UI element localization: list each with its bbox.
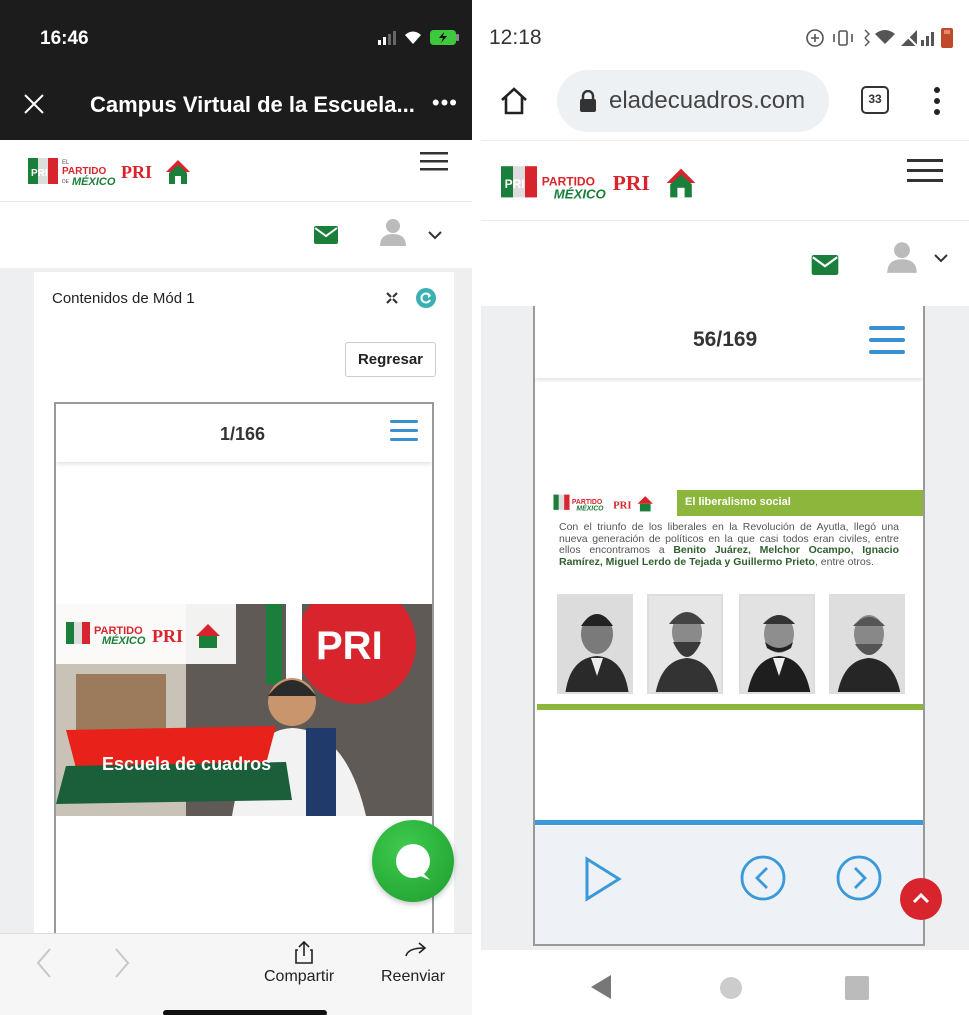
chevron-down-icon[interactable] (428, 230, 442, 240)
status-time: 16:46 (40, 28, 89, 49)
page-title: Campus Virtual de la Escuela... (90, 92, 415, 117)
chevron-up-icon (912, 892, 930, 904)
chat-bubble-icon (396, 844, 430, 880)
browser-address-bar: eladecuadros.com 33 (481, 66, 969, 140)
forward-label[interactable]: Reenviar (381, 968, 445, 986)
site-logo-bar: PRI EL PARTIDO DE MÉXICO PRI (0, 140, 472, 202)
nav-home-icon[interactable] (719, 976, 743, 1000)
url-field[interactable]: eladecuadros.com (557, 70, 829, 132)
refresh-icon[interactable] (416, 288, 436, 308)
svg-text:DE: DE (62, 179, 70, 185)
hamburger-menu-icon[interactable] (907, 159, 943, 183)
right-phone-screen: 12:18 eladecuadros.com 33 PRI PARTIDO MÉ… (481, 0, 969, 1015)
slide-logos: PARTIDO MÉXICO PRI (537, 490, 677, 516)
chat-button[interactable] (372, 820, 454, 902)
svg-text:MÉXICO: MÉXICO (102, 634, 146, 647)
viewer-menu-icon[interactable] (390, 420, 418, 441)
svg-text:PRI: PRI (316, 624, 383, 668)
nav-back-icon[interactable] (589, 974, 613, 1000)
slide-bottom-band (537, 704, 923, 710)
home-indicator (163, 1010, 327, 1015)
tab-count-button[interactable]: 33 (861, 86, 889, 114)
avatar-icon[interactable] (378, 218, 408, 246)
chevron-down-icon[interactable] (933, 253, 949, 263)
slide-title: El liberalismo social (685, 496, 791, 508)
cover-caption: Escuela de cuadros (102, 754, 272, 774)
left-phone-screen: 16:46 Campus Virtual de la Escuela... ••… (0, 0, 472, 1015)
svg-text:PRI: PRI (121, 162, 152, 182)
share-label[interactable]: Compartir (264, 968, 334, 986)
slide-cover-image: PRI PARTIDO MÉXICO PRI Escuela de cuadro… (56, 604, 432, 816)
viewer-header: 1/166 (56, 404, 432, 462)
status-icons (806, 28, 953, 48)
next-slide-icon[interactable] (835, 854, 883, 902)
status-bar: 12:18 (481, 0, 969, 70)
module-title: Contenidos de Mód 1 (52, 290, 195, 307)
svg-text:PRI: PRI (613, 499, 631, 511)
svg-text:MÉXICO: MÉXICO (554, 187, 607, 202)
signal-icon (378, 30, 396, 45)
svg-text:PRI: PRI (31, 168, 48, 179)
user-bar (0, 202, 472, 268)
wifi-icon (405, 31, 421, 44)
viewer-menu-icon[interactable] (869, 326, 905, 354)
kebab-menu-icon[interactable] (933, 86, 941, 116)
app-header: Campus Virtual de la Escuela... ••• (0, 72, 472, 140)
slide-body-text: Con el triunfo de los liberales en la Re… (559, 521, 899, 568)
svg-text:MÉXICO: MÉXICO (576, 504, 604, 513)
back-arrow-icon[interactable] (36, 948, 52, 978)
svg-text:PARTIDO: PARTIDO (572, 499, 603, 506)
battery-charging-icon (430, 30, 459, 45)
lock-icon (580, 90, 596, 112)
slide-viewer: 56/169 PARTIDO MÉXICO PRI El liberalismo… (533, 306, 925, 946)
hamburger-menu-icon[interactable] (420, 152, 448, 172)
play-icon[interactable] (583, 856, 623, 902)
forward-share-icon[interactable] (404, 942, 428, 960)
slide-content: PARTIDO MÉXICO PRI El liberalismo social… (537, 490, 923, 714)
svg-text:MÉXICO: MÉXICO (72, 175, 116, 188)
scroll-to-top-button[interactable] (900, 878, 942, 920)
page-counter: 1/166 (220, 424, 266, 444)
previous-slide-icon[interactable] (739, 854, 787, 902)
svg-text:PRI: PRI (152, 626, 183, 646)
avatar-icon[interactable] (885, 241, 919, 273)
collapse-icon[interactable] (386, 292, 398, 304)
nav-recents-icon[interactable] (845, 976, 869, 1000)
brand-logos: PRI PARTIDO MÉXICO PRI (501, 166, 696, 202)
status-icons (378, 30, 460, 45)
portraits-row (557, 594, 907, 698)
portrait-image (647, 594, 723, 694)
back-button[interactable]: Regresar (344, 342, 436, 377)
svg-text:PRI: PRI (505, 177, 525, 191)
cover-illustration: PRI PARTIDO MÉXICO PRI (56, 604, 432, 816)
brand-logos: PRI EL PARTIDO DE MÉXICO PRI (28, 158, 190, 188)
progress-bar[interactable] (535, 820, 923, 825)
slide-brand-logos: PARTIDO MÉXICO PRI (553, 494, 653, 513)
viewer-header: 56/169 (535, 306, 923, 378)
android-nav-bar (481, 950, 969, 1015)
status-bar: 16:46 (0, 0, 472, 72)
svg-text:PRI: PRI (613, 171, 650, 195)
more-options-button[interactable]: ••• (432, 90, 458, 116)
status-time: 12:18 (489, 26, 542, 49)
site-logo-bar: PRI PARTIDO MÉXICO PRI (481, 140, 969, 220)
close-icon[interactable] (22, 92, 46, 116)
mail-icon[interactable] (811, 255, 839, 275)
page-counter: 56/169 (693, 328, 758, 351)
user-bar (481, 220, 969, 306)
browser-bottom-toolbar: Compartir Reenviar (0, 933, 472, 1015)
home-icon[interactable] (499, 86, 529, 116)
portrait-image (557, 594, 633, 694)
portrait-image (829, 594, 905, 694)
mail-icon[interactable] (314, 226, 338, 244)
player-controls (535, 826, 923, 944)
url-text: eladecuadros.com (609, 87, 806, 114)
portrait-image (739, 594, 815, 694)
share-icon[interactable] (294, 940, 314, 964)
forward-arrow-icon[interactable] (114, 948, 130, 978)
